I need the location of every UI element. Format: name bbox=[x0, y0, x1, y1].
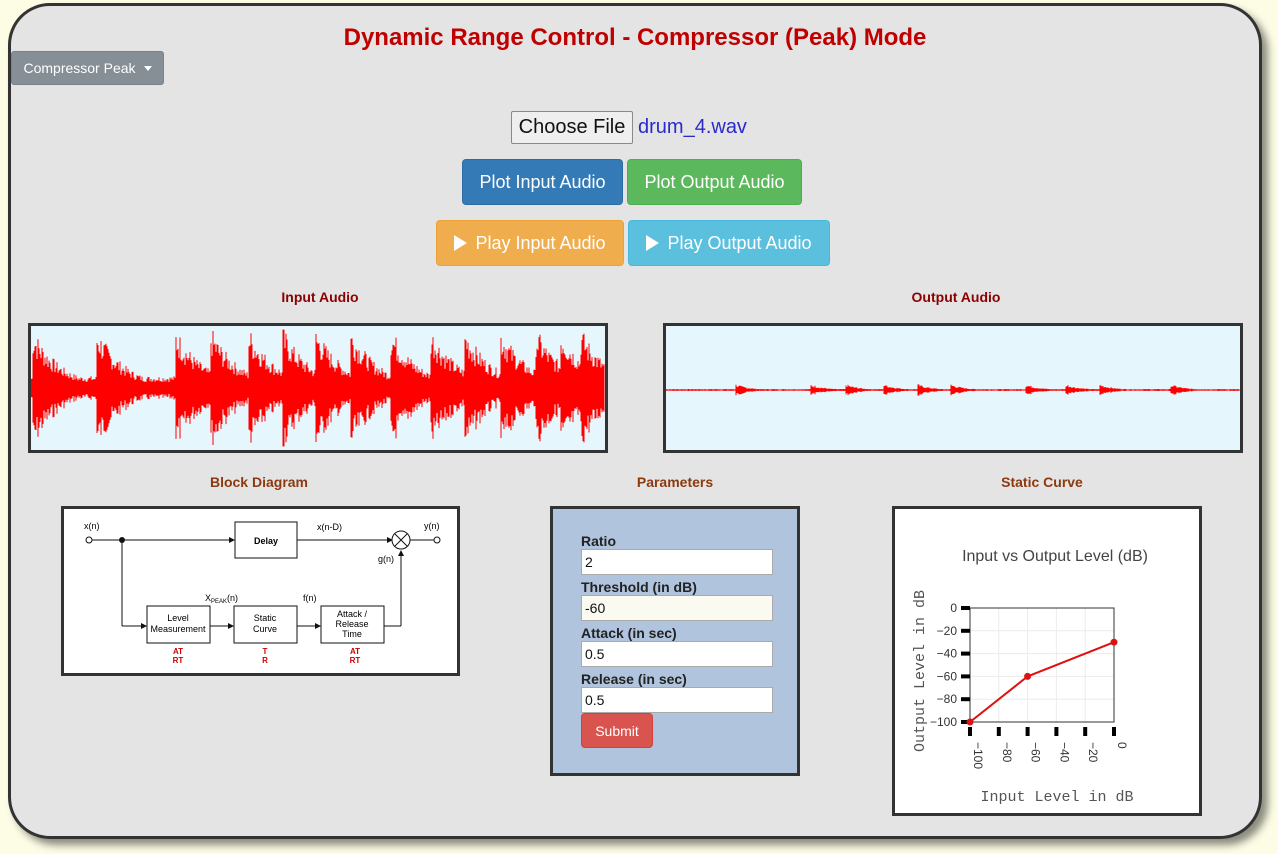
attack-line2: Release bbox=[335, 619, 368, 629]
mode-dropdown-label: Compressor Peak bbox=[23, 60, 136, 76]
chart-title: Input vs Output Level (dB) bbox=[962, 548, 1148, 565]
threshold-input[interactable] bbox=[581, 595, 773, 621]
parameters-title: Parameters bbox=[636, 474, 714, 490]
curve-point bbox=[1024, 672, 1032, 680]
mode-dropdown[interactable]: Compressor Peak bbox=[11, 51, 164, 85]
curve-point bbox=[966, 718, 974, 726]
y-tick-label: −80 bbox=[937, 692, 958, 706]
waveform-trace bbox=[31, 329, 605, 447]
page-title: Dynamic Range Control - Compressor (Peak… bbox=[343, 24, 927, 51]
plot-input-label: Plot Input Audio bbox=[479, 171, 606, 192]
y-axis-label: Output Level in dB bbox=[912, 590, 929, 752]
play-input-button[interactable]: Play Input Audio bbox=[436, 220, 624, 266]
y-tick-label: −20 bbox=[937, 624, 958, 638]
play-output-label: Play Output Audio bbox=[667, 232, 812, 253]
curve-line bbox=[969, 641, 1115, 723]
x-tick-mark bbox=[996, 727, 1001, 736]
x-tick-label: −60 bbox=[1029, 742, 1043, 763]
release-input[interactable] bbox=[581, 687, 773, 713]
y-tick-mark bbox=[961, 606, 970, 610]
attack-param-2: RT bbox=[350, 656, 361, 665]
y-tick-label: −40 bbox=[937, 647, 958, 661]
threshold-label: Threshold (in dB) bbox=[581, 579, 697, 595]
static-line1: Static bbox=[254, 613, 277, 623]
x-tick-label: −40 bbox=[1057, 742, 1071, 763]
level-line2: Measurement bbox=[150, 624, 206, 634]
delay-label: Delay bbox=[254, 536, 278, 546]
file-name: drum_4.wav bbox=[638, 116, 747, 138]
block-diagram: x(n) Delay x(n-D) y(n) g(n) Level Measur… bbox=[61, 506, 460, 676]
label-gain: g(n) bbox=[378, 554, 394, 564]
y-tick-label: 0 bbox=[950, 601, 957, 615]
attack-label: Attack (in sec) bbox=[581, 625, 677, 641]
play-input-label: Play Input Audio bbox=[475, 232, 606, 253]
y-tick-mark bbox=[961, 628, 970, 633]
parameters-panel: Ratio Threshold (in dB) Attack (in sec) … bbox=[550, 506, 800, 776]
label-xpeak: XPEAK(n) bbox=[205, 593, 238, 605]
label-xpeak-sub: PEAK bbox=[211, 599, 227, 605]
level-param-1: AT bbox=[173, 647, 183, 656]
attack-line1: Attack / bbox=[337, 609, 368, 619]
y-tick-mark bbox=[961, 697, 970, 702]
y-tick-mark bbox=[961, 674, 970, 679]
x-tick-mark bbox=[1083, 727, 1088, 736]
ratio-label: Ratio bbox=[581, 533, 616, 549]
waveform-trace bbox=[666, 384, 1240, 396]
static-curve-svg: Input vs Output Level (dB) Input Level i… bbox=[912, 548, 1148, 806]
level-line1: Level bbox=[167, 613, 189, 623]
output-audio-title: Output Audio bbox=[911, 289, 1001, 305]
label-f: f(n) bbox=[303, 593, 317, 603]
x-tick-mark bbox=[1025, 727, 1030, 736]
static-param-1: T bbox=[263, 647, 268, 656]
static-curve-chart: Input vs Output Level (dB) Input Level i… bbox=[892, 506, 1202, 816]
x-tick-mark bbox=[1112, 727, 1116, 736]
x-tick-label: −80 bbox=[1000, 742, 1014, 763]
attack-line3: Time bbox=[342, 629, 362, 639]
x-tick-label: −100 bbox=[971, 742, 985, 769]
level-param-2: RT bbox=[173, 656, 184, 665]
y-tick-label: −60 bbox=[937, 669, 958, 683]
y-tick-label: −100 bbox=[930, 715, 957, 729]
block-diagram-title: Block Diagram bbox=[209, 474, 309, 490]
static-curve-title: Static Curve bbox=[1001, 474, 1083, 490]
play-icon bbox=[454, 235, 468, 251]
ratio-input[interactable] bbox=[581, 549, 773, 575]
x-tick-label: 0 bbox=[1115, 742, 1129, 749]
x-tick-mark bbox=[1054, 727, 1059, 736]
label-x-delayed: x(n-D) bbox=[317, 522, 342, 532]
static-line2: Curve bbox=[253, 624, 277, 634]
label-x-in: x(n) bbox=[84, 521, 100, 531]
label-xpeak-arg: (n) bbox=[227, 593, 238, 603]
output-waveform-plot bbox=[666, 384, 1240, 396]
submit-button[interactable]: Submit bbox=[581, 713, 653, 748]
x-axis-label: Input Level in dB bbox=[980, 789, 1133, 806]
label-y-out: y(n) bbox=[424, 521, 440, 531]
output-waveform bbox=[663, 323, 1243, 453]
static-param-2: R bbox=[262, 656, 268, 665]
caret-down-icon bbox=[143, 65, 152, 71]
output-node bbox=[433, 536, 441, 544]
curve-point bbox=[1110, 638, 1118, 646]
choose-file-button[interactable]: Choose File bbox=[511, 111, 633, 144]
plot-output-button[interactable]: Plot Output Audio bbox=[627, 159, 802, 205]
attack-param-1: AT bbox=[350, 647, 360, 656]
x-tick-mark bbox=[968, 727, 972, 736]
play-output-button[interactable]: Play Output Audio bbox=[628, 220, 830, 266]
release-label: Release (in sec) bbox=[581, 671, 687, 687]
x-tick-label: −20 bbox=[1086, 742, 1100, 763]
plot-input-button[interactable]: Plot Input Audio bbox=[462, 159, 623, 205]
y-tick-mark bbox=[961, 651, 970, 656]
play-icon bbox=[646, 235, 660, 251]
attack-input[interactable] bbox=[581, 641, 773, 667]
input-node bbox=[85, 536, 93, 544]
input-waveform bbox=[28, 323, 608, 453]
plot-output-label: Plot Output Audio bbox=[644, 171, 785, 192]
input-waveform-plot bbox=[31, 329, 605, 447]
input-audio-title: Input Audio bbox=[281, 289, 359, 305]
block-diagram-svg: x(n) Delay x(n-D) y(n) g(n) Level Measur… bbox=[84, 521, 441, 665]
